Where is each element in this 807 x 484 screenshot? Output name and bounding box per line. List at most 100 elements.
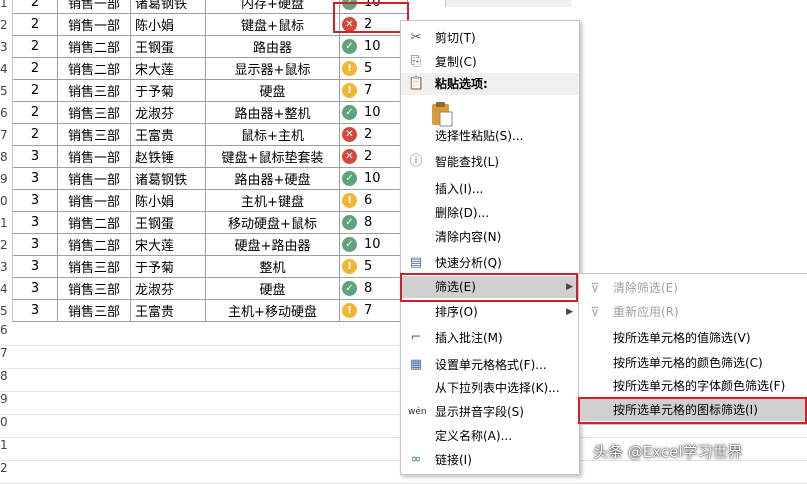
- cell-quantity[interactable]: ✓ 10: [339, 233, 408, 256]
- cell-period[interactable]: 2: [12, 101, 58, 124]
- cell-name[interactable]: 王富贵: [130, 299, 206, 322]
- cell-department[interactable]: 销售二部: [57, 233, 131, 256]
- cell-name[interactable]: 龙淑芬: [130, 277, 206, 300]
- cell-quantity[interactable]: ✓ 8: [339, 211, 408, 234]
- row-header[interactable]: 2: [0, 233, 13, 256]
- cell-period[interactable]: 3: [12, 255, 58, 278]
- cell-quantity[interactable]: ! 7: [339, 299, 408, 322]
- cell-department[interactable]: 销售三部: [57, 299, 131, 322]
- menu-item-cut[interactable]: ✂ 剪切(T): [401, 27, 579, 49]
- row-header[interactable]: 9: [0, 167, 13, 190]
- cell-period[interactable]: 2: [12, 13, 58, 36]
- cell-product[interactable]: 鼠标+主机: [205, 123, 340, 146]
- row-header[interactable]: 4: [0, 277, 13, 300]
- cell-name[interactable]: 陈小娟: [130, 189, 206, 212]
- cell-period[interactable]: 3: [12, 299, 58, 322]
- cell-product[interactable]: 内存+硬盘: [205, 0, 340, 14]
- menu-item-phonetic[interactable]: wén 显示拼音字段(S): [401, 401, 579, 423]
- cell-period[interactable]: 2: [12, 57, 58, 80]
- menu-item-insert[interactable]: 插入(I)...: [401, 178, 579, 200]
- cell-quantity[interactable]: ✓ 10: [339, 167, 408, 190]
- cell-department[interactable]: 销售一部: [57, 189, 131, 212]
- row-header[interactable]: 6: [0, 101, 13, 124]
- row-header[interactable]: 3: [0, 35, 13, 58]
- cell-quantity[interactable]: ! 7: [339, 79, 408, 102]
- cell-department[interactable]: 销售三部: [57, 123, 131, 146]
- cell-quantity[interactable]: ✕ 2: [339, 123, 408, 146]
- cell-name[interactable]: 陈小娟: [130, 13, 206, 36]
- cell-product[interactable]: 整机: [205, 255, 340, 278]
- submenu-item-by-value[interactable]: 按所选单元格的值筛选(V): [579, 327, 807, 349]
- cell-department[interactable]: 销售二部: [57, 35, 131, 58]
- cell-product[interactable]: 键盘+鼠标垫套装: [205, 145, 340, 168]
- menu-item-define-name[interactable]: 定义名称(A)...: [401, 425, 579, 447]
- menu-item-delete[interactable]: 删除(D)...: [401, 202, 579, 224]
- cell-period[interactable]: 2: [12, 35, 58, 58]
- cell-name[interactable]: 王钢蛋: [130, 35, 206, 58]
- cell-name[interactable]: 诸葛钢铁: [130, 167, 206, 190]
- row-header[interactable]: 5: [0, 79, 13, 102]
- cell-name[interactable]: 赵铁锤: [130, 145, 206, 168]
- menu-item-quick-analysis[interactable]: ▤ 快速分析(Q): [401, 252, 579, 274]
- cell-product[interactable]: 路由器+硬盘: [205, 167, 340, 190]
- cell-quantity[interactable]: ! 5: [339, 255, 408, 278]
- menu-item-insert-comment[interactable]: ⌐ 插入批注(M): [401, 327, 579, 349]
- row-header[interactable]: 8: [0, 145, 13, 168]
- cell-department[interactable]: 销售一部: [57, 0, 131, 14]
- cell-department[interactable]: 销售三部: [57, 79, 131, 102]
- cell-department[interactable]: 销售一部: [57, 13, 131, 36]
- cell-department[interactable]: 销售二部: [57, 211, 131, 234]
- cell-name[interactable]: 宋大莲: [130, 57, 206, 80]
- cell-quantity[interactable]: ✕ 2: [339, 145, 408, 168]
- cell-quantity[interactable]: ✓ 10: [339, 101, 408, 124]
- cell-department[interactable]: 销售三部: [57, 255, 131, 278]
- submenu-item-clear-filter[interactable]: ⊽ 清除筛选(E): [579, 277, 807, 299]
- cell-name[interactable]: 王富贵: [130, 123, 206, 146]
- cell-department[interactable]: 销售一部: [57, 145, 131, 168]
- cell-name[interactable]: 于予菊: [130, 255, 206, 278]
- row-header[interactable]: 0: [0, 189, 13, 212]
- cell-department[interactable]: 销售三部: [57, 101, 131, 124]
- cell-product[interactable]: 硬盘+路由器: [205, 233, 340, 256]
- cell-period[interactable]: 2: [12, 79, 58, 102]
- menu-item-sort[interactable]: 排序(O) ▶: [401, 301, 579, 323]
- cell-product[interactable]: 路由器: [205, 35, 340, 58]
- cell-period[interactable]: 3: [12, 189, 58, 212]
- cell-period[interactable]: 2: [12, 123, 58, 146]
- cell-period[interactable]: 2: [12, 0, 58, 14]
- cell-department[interactable]: 销售一部: [57, 167, 131, 190]
- cell-name[interactable]: 王钢蛋: [130, 211, 206, 234]
- cell-product[interactable]: 路由器+整机: [205, 101, 340, 124]
- submenu-item-by-font-color[interactable]: 按所选单元格的字体颜色筛选(F): [579, 375, 807, 397]
- cell-quantity[interactable]: ! 5: [339, 57, 408, 80]
- cell-period[interactable]: 3: [12, 167, 58, 190]
- menu-item-paste-special[interactable]: 选择性粘贴(S)...: [401, 125, 579, 147]
- cell-product[interactable]: 键盘+鼠标: [205, 13, 340, 36]
- cell-name[interactable]: 龙淑芬: [130, 101, 206, 124]
- submenu-item-reapply[interactable]: ⊽ 重新应用(R): [579, 301, 807, 323]
- cell-name[interactable]: 宋大莲: [130, 233, 206, 256]
- menu-item-format-cells[interactable]: ▦ 设置单元格格式(F)...: [401, 354, 579, 376]
- cell-department[interactable]: 销售二部: [57, 57, 131, 80]
- menu-item-pick-from-list[interactable]: 从下拉列表中选择(K)...: [401, 377, 579, 399]
- cell-name[interactable]: 于予菊: [130, 79, 206, 102]
- row-header[interactable]: 7: [0, 123, 13, 146]
- cell-period[interactable]: 3: [12, 233, 58, 256]
- cell-period[interactable]: 3: [12, 277, 58, 300]
- cell-quantity[interactable]: ✓ 10: [339, 35, 408, 58]
- cell-product[interactable]: 主机+移动硬盘: [205, 299, 340, 322]
- cell-product[interactable]: 硬盘: [205, 79, 340, 102]
- cell-name[interactable]: 诸葛钢铁: [130, 0, 206, 14]
- row-header[interactable]: 2: [0, 13, 13, 36]
- row-header[interactable]: 3: [0, 255, 13, 278]
- row-header[interactable]: 4: [0, 57, 13, 80]
- menu-item-link[interactable]: ∞ 链接(I): [401, 449, 579, 471]
- cell-period[interactable]: 3: [12, 145, 58, 168]
- cell-product[interactable]: 显示器+鼠标: [205, 57, 340, 80]
- cell-product[interactable]: 主机+键盘: [205, 189, 340, 212]
- menu-item-smart-lookup[interactable]: ⓘ 智能查找(L): [401, 151, 579, 173]
- row-header[interactable]: 1: [0, 211, 13, 234]
- cell-quantity[interactable]: ✓ 8: [339, 277, 408, 300]
- menu-item-clear-contents[interactable]: 清除内容(N): [401, 226, 579, 248]
- row-header[interactable]: 1: [0, 0, 13, 14]
